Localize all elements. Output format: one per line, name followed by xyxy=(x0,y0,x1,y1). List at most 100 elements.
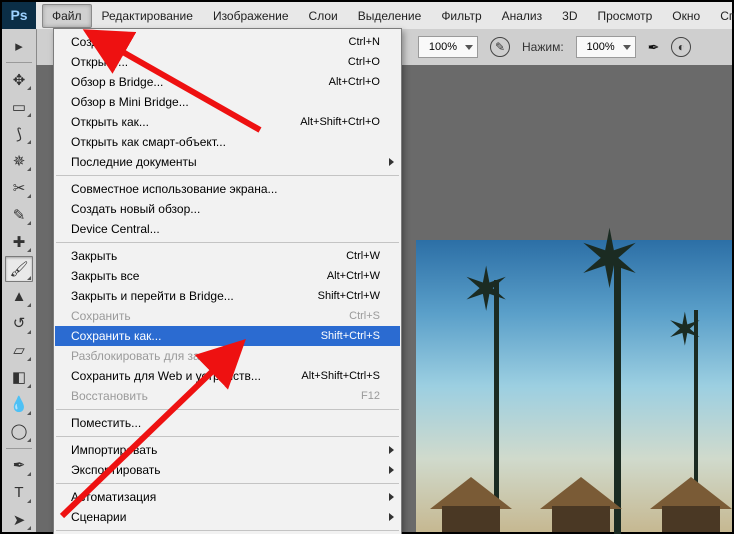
crop-tool[interactable]: ✂ xyxy=(5,175,33,200)
menu-item[interactable]: Открыть как смарт-объект... xyxy=(55,132,400,152)
menu-item-label: Device Central... xyxy=(71,222,380,236)
collapse-tools-icon[interactable]: ▸ xyxy=(5,33,33,58)
menu-item-label: Экспортировать xyxy=(71,463,380,477)
chevron-down-icon[interactable] xyxy=(623,45,631,50)
menu-item-label: Сохранить xyxy=(71,309,349,323)
menu-item-label: Автоматизация xyxy=(71,490,380,504)
menu-item[interactable]: Обзор в Bridge...Alt+Ctrl+O xyxy=(55,72,400,92)
chevron-right-icon xyxy=(389,466,394,474)
menu-item[interactable]: Создать новый обзор... xyxy=(55,199,400,219)
tablet-pressure-opacity-icon[interactable]: ✎ xyxy=(490,37,510,57)
menu-item-label: Импортировать xyxy=(71,443,380,457)
chevron-right-icon xyxy=(389,513,394,521)
eraser-tool[interactable]: ▱ xyxy=(5,338,33,363)
chevron-down-icon[interactable] xyxy=(465,45,473,50)
tablet-pressure-size-icon[interactable]: ◐ xyxy=(671,37,691,57)
menu-item[interactable]: Открыть...Ctrl+O xyxy=(55,52,400,72)
menu-item: СохранитьCtrl+S xyxy=(55,306,400,326)
menu-item[interactable]: Экспортировать xyxy=(55,460,400,480)
menu-фильтр[interactable]: Фильтр xyxy=(431,5,491,27)
menu-item-label: Открыть как смарт-объект... xyxy=(71,135,380,149)
menu-item[interactable]: Импортировать xyxy=(55,440,400,460)
menu-выделение[interactable]: Выделение xyxy=(348,5,432,27)
menu-item-label: Обзор в Mini Bridge... xyxy=(71,95,380,109)
menu-item[interactable]: Обзор в Mini Bridge... xyxy=(55,92,400,112)
flow-field[interactable] xyxy=(576,36,636,58)
menu-окно[interactable]: Окно xyxy=(662,5,710,27)
move-tool[interactable]: ✥ xyxy=(5,67,33,92)
menu-item[interactable]: Закрыть всеAlt+Ctrl+W xyxy=(55,266,400,286)
flow-label: Нажим: xyxy=(522,40,564,54)
file-menu-dropdown: Создать...Ctrl+NОткрыть...Ctrl+OОбзор в … xyxy=(53,28,402,534)
chevron-right-icon xyxy=(389,493,394,501)
stamp-tool[interactable]: ▲ xyxy=(5,284,33,309)
menu-item[interactable]: Сценарии xyxy=(55,507,400,527)
menu-item[interactable]: ЗакрытьCtrl+W xyxy=(55,246,400,266)
eyedropper-tool[interactable]: ✎ xyxy=(5,202,33,227)
menu-item-shortcut: Shift+Ctrl+S xyxy=(321,330,380,342)
menu-item[interactable]: Сохранить как...Shift+Ctrl+S xyxy=(55,326,400,346)
menu-item-shortcut: Shift+Ctrl+W xyxy=(318,290,380,302)
opacity-field[interactable] xyxy=(418,36,478,58)
document-image: ✶ ✶ ✶ xyxy=(416,240,732,532)
menu-item-shortcut: Alt+Shift+Ctrl+S xyxy=(301,370,380,382)
chevron-right-icon xyxy=(389,158,394,166)
menu-item-label: Создать... xyxy=(71,35,349,49)
menu-анализ[interactable]: Анализ xyxy=(492,5,553,27)
menu-изображение[interactable]: Изображение xyxy=(203,5,299,27)
healing-tool[interactable]: ✚ xyxy=(5,229,33,254)
menu-item-label: Закрыть все xyxy=(71,269,327,283)
menu-item[interactable]: Сохранить для Web и устройств...Alt+Shif… xyxy=(55,366,400,386)
menu-просмотр[interactable]: Просмотр xyxy=(587,5,662,27)
blur-tool[interactable]: 💧 xyxy=(5,392,33,417)
flow-input[interactable] xyxy=(579,41,617,53)
menu-item-label: Поместить... xyxy=(71,416,380,430)
menu-item-label: Восстановить xyxy=(71,389,361,403)
dodge-tool[interactable]: ◯ xyxy=(5,419,33,444)
menu-item-label: Открыть... xyxy=(71,55,348,69)
menu-item-label: Последние документы xyxy=(71,155,380,169)
menu-item-shortcut: Alt+Ctrl+O xyxy=(329,76,380,88)
menu-item-shortcut: Alt+Shift+Ctrl+O xyxy=(300,116,380,128)
brush-tool[interactable]: 🖌 xyxy=(5,256,33,281)
menu-справк[interactable]: Справк xyxy=(710,5,734,27)
app-logo: Ps xyxy=(2,2,37,30)
pen-tool[interactable]: ✒ xyxy=(5,453,33,478)
menu-item[interactable]: Открыть как...Alt+Shift+Ctrl+O xyxy=(55,112,400,132)
menu-3d[interactable]: 3D xyxy=(552,5,587,27)
menubar: ФайлРедактированиеИзображениеСлоиВыделен… xyxy=(36,2,732,30)
menu-item-label: Сценарии xyxy=(71,510,380,524)
menu-редактирование[interactable]: Редактирование xyxy=(92,5,203,27)
menu-item[interactable]: Совместное использование экрана... xyxy=(55,179,400,199)
type-tool[interactable]: T xyxy=(5,480,33,505)
menu-item-label: Сохранить для Web и устройств... xyxy=(71,369,301,383)
menu-item-shortcut: Alt+Ctrl+W xyxy=(327,270,380,282)
menu-item-label: Открыть как... xyxy=(71,115,300,129)
menu-item[interactable]: Поместить... xyxy=(55,413,400,433)
menu-item[interactable]: Закрыть и перейти в Bridge...Shift+Ctrl+… xyxy=(55,286,400,306)
menu-item-label: Закрыть и перейти в Bridge... xyxy=(71,289,318,303)
menu-item-label: Разблокировать для записи... xyxy=(71,349,380,363)
menu-слои[interactable]: Слои xyxy=(299,5,348,27)
menu-item: Разблокировать для записи... xyxy=(55,346,400,366)
lasso-tool[interactable]: ⟆ xyxy=(5,121,33,146)
menu-item[interactable]: Последние документы xyxy=(55,152,400,172)
history-brush-tool[interactable]: ↺ xyxy=(5,311,33,336)
menu-item[interactable]: Создать...Ctrl+N xyxy=(55,32,400,52)
gradient-tool[interactable]: ◧ xyxy=(5,365,33,390)
menu-item-shortcut: Ctrl+S xyxy=(349,310,380,322)
menu-item[interactable]: Device Central... xyxy=(55,219,400,239)
menu-item-label: Обзор в Bridge... xyxy=(71,75,329,89)
menu-item[interactable]: Автоматизация xyxy=(55,487,400,507)
tool-palette: ▸ ✥ ▭ ⟆ ✵ ✂ ✎ ✚ 🖌 ▲ ↺ ▱ ◧ 💧 ◯ ✒ T ➤ xyxy=(2,29,37,532)
menu-файл[interactable]: Файл xyxy=(42,4,92,28)
opacity-input[interactable] xyxy=(421,41,459,53)
path-select-tool[interactable]: ➤ xyxy=(5,507,33,532)
airbrush-icon[interactable]: ✒ xyxy=(648,39,660,56)
menu-item-shortcut: F12 xyxy=(361,390,380,402)
menu-item-shortcut: Ctrl+W xyxy=(346,250,380,262)
quick-select-tool[interactable]: ✵ xyxy=(5,148,33,173)
menu-item-shortcut: Ctrl+O xyxy=(348,56,380,68)
marquee-tool[interactable]: ▭ xyxy=(5,94,33,119)
menu-item-shortcut: Ctrl+N xyxy=(349,36,380,48)
